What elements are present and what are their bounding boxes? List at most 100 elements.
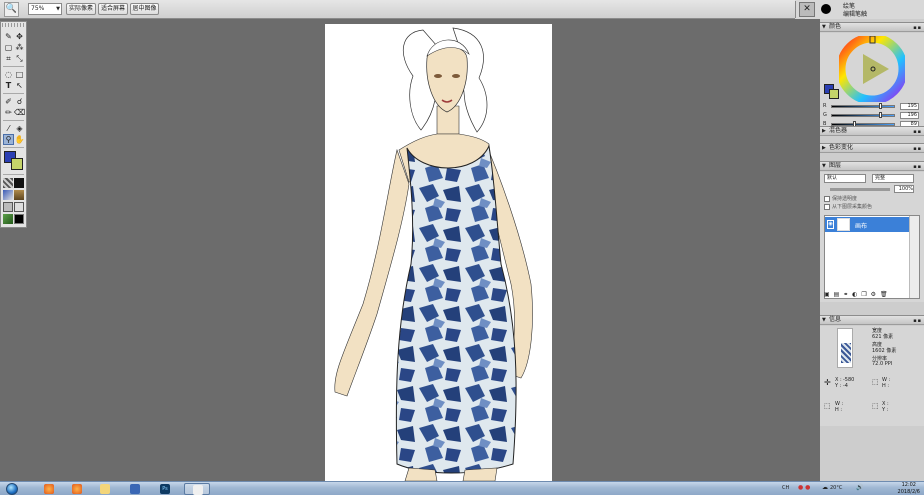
panels-dock: ▼ 颜色 ▪▪ R 195 G 196 B 89 ▶ 混色器 ▪▪ ▶ 色彩变化… bbox=[820, 19, 924, 481]
brush-reset-icon[interactable]: ✕ bbox=[799, 2, 815, 17]
tray-icons[interactable]: ● ● bbox=[798, 484, 810, 491]
expand-triangle-icon[interactable]: ▶ bbox=[822, 127, 826, 135]
layers-panel-header[interactable]: ▼ 图层 ▪▪ bbox=[820, 161, 924, 171]
settings-icon[interactable]: ⚙ bbox=[871, 291, 877, 298]
selection-y-label: Y : bbox=[882, 407, 889, 413]
texture-preset-8[interactable] bbox=[14, 214, 24, 224]
brush-size-preview[interactable] bbox=[821, 4, 831, 14]
texture-preset-1[interactable] bbox=[3, 178, 13, 188]
color-panel-header[interactable]: ▼ 颜色 ▪▪ bbox=[820, 22, 924, 32]
transform-icon[interactable]: ⤡ bbox=[14, 53, 25, 64]
background-color-swatch[interactable] bbox=[11, 158, 23, 170]
lock-mode-select[interactable]: 完整 bbox=[872, 174, 914, 183]
g-slider[interactable] bbox=[831, 114, 895, 117]
lasso-icon[interactable]: ◌ bbox=[3, 69, 14, 80]
airbrush-icon[interactable]: ✐ bbox=[3, 96, 14, 107]
brush-options: ✕ 绘笔 编辑笔触 bbox=[795, 0, 924, 19]
blend-mode-select[interactable]: 默认 bbox=[824, 174, 866, 183]
start-button[interactable] bbox=[6, 483, 18, 495]
panel-menu-icon[interactable]: ▪▪ bbox=[913, 317, 922, 325]
mask-icon[interactable]: ◐ bbox=[852, 291, 858, 298]
clock-date[interactable]: 2018/2/6 bbox=[898, 489, 920, 495]
panel-menu-icon[interactable]: ▪▪ bbox=[913, 24, 922, 32]
layers-scrollbar[interactable] bbox=[909, 216, 919, 298]
mixer-panel-header[interactable]: ▶ 混色器 ▪▪ bbox=[820, 126, 924, 136]
taskbar-firefox-2[interactable] bbox=[64, 483, 90, 495]
crop-icon[interactable]: ⌗ bbox=[3, 53, 14, 64]
link-icon[interactable]: ⚭ bbox=[843, 291, 849, 298]
delete-layer-icon[interactable]: 🗑 bbox=[880, 291, 889, 298]
new-layer-icon[interactable]: ▣ bbox=[824, 291, 831, 298]
taskbar-photoshop[interactable]: Ps bbox=[152, 483, 178, 495]
zoom-icon[interactable]: ⚲ bbox=[3, 134, 14, 145]
texture-preset-5[interactable] bbox=[3, 202, 13, 212]
center-image-button[interactable]: 居中图像 bbox=[130, 3, 159, 15]
expand-triangle-icon[interactable]: ▶ bbox=[822, 144, 826, 152]
eraser-icon[interactable]: ⌫ bbox=[14, 107, 25, 118]
pick-underlying-color-checkbox[interactable] bbox=[824, 204, 830, 210]
pick-underlying-color-label: 从下图层采集颜色 bbox=[832, 204, 873, 210]
opacity-slider[interactable] bbox=[830, 188, 890, 191]
zoom-level-select[interactable]: 75% ▼ bbox=[28, 3, 62, 15]
taskbar-active-app[interactable] bbox=[184, 483, 210, 495]
g-slider-handle[interactable] bbox=[879, 112, 882, 118]
actual-pixels-button[interactable]: 实际像素 bbox=[66, 3, 96, 15]
firefox-icon bbox=[44, 484, 54, 494]
layer-row[interactable]: ◉ 画布 bbox=[825, 217, 909, 232]
size-icon: ⬚ bbox=[872, 378, 879, 386]
background-color-swatch[interactable] bbox=[829, 89, 839, 99]
color-wheel[interactable] bbox=[839, 36, 905, 102]
duplicate-icon[interactable]: ❐ bbox=[861, 291, 867, 298]
clock-time[interactable]: 12:02 bbox=[902, 482, 916, 488]
eyedropper-icon[interactable]: ⁄ bbox=[3, 123, 14, 134]
texture-preset-3[interactable] bbox=[3, 190, 13, 200]
panel-menu-icon[interactable]: ▪▪ bbox=[913, 145, 922, 153]
text-icon[interactable]: T bbox=[3, 80, 14, 91]
brush-icon[interactable]: ✎ bbox=[3, 31, 14, 42]
hand-icon[interactable]: ✋ bbox=[14, 134, 25, 145]
document-canvas[interactable] bbox=[325, 24, 552, 481]
select-arrow-icon[interactable]: ↖ bbox=[14, 80, 25, 91]
r-slider[interactable] bbox=[831, 105, 895, 108]
r-value-input[interactable]: 195 bbox=[900, 103, 919, 110]
texture-preset-6[interactable] bbox=[14, 202, 24, 212]
opacity-input[interactable]: 100% bbox=[894, 185, 914, 193]
toolbox-grip[interactable] bbox=[2, 23, 25, 27]
collapse-triangle-icon[interactable]: ▼ bbox=[822, 316, 826, 324]
collapse-triangle-icon[interactable]: ▼ bbox=[822, 23, 826, 31]
smudge-icon[interactable]: ☌ bbox=[14, 96, 25, 107]
zoom-tool-icon[interactable]: 🔍 bbox=[4, 2, 19, 17]
move-icon[interactable]: ✥ bbox=[14, 31, 25, 42]
eye-icon[interactable]: ◉ bbox=[827, 220, 834, 229]
taskbar-explorer[interactable] bbox=[92, 483, 118, 495]
crosshair-icon: ✛ bbox=[824, 378, 831, 387]
divider bbox=[3, 120, 24, 121]
collapse-triangle-icon[interactable]: ▼ bbox=[822, 162, 826, 170]
taskbar-painter[interactable] bbox=[122, 483, 148, 495]
texture-preset-4[interactable] bbox=[14, 190, 24, 200]
group-layer-icon[interactable]: ▤ bbox=[834, 291, 841, 298]
fit-screen-button[interactable]: 适合屏幕 bbox=[98, 3, 128, 15]
g-value-input[interactable]: 196 bbox=[900, 112, 919, 119]
pencil-icon[interactable]: ✏ bbox=[3, 107, 14, 118]
info-panel-header[interactable]: ▼ 信息 ▪▪ bbox=[820, 315, 924, 325]
taskbar-firefox[interactable] bbox=[36, 483, 62, 495]
edit-stroke-label[interactable]: 编辑笔触 bbox=[843, 9, 867, 18]
magic-wand-icon[interactable]: ⁂ bbox=[14, 42, 25, 53]
color-change-panel-header[interactable]: ▶ 色彩变化 ▪▪ bbox=[820, 143, 924, 153]
bucket-icon[interactable]: ◈ bbox=[14, 123, 25, 134]
lock-mode-value: 完整 bbox=[875, 175, 886, 181]
rectangle-icon[interactable]: □ bbox=[14, 69, 25, 80]
panel-menu-icon[interactable]: ▪▪ bbox=[913, 163, 922, 171]
volume-icon[interactable]: 🔊 bbox=[856, 484, 863, 491]
temperature: 20°C bbox=[830, 485, 843, 491]
folder-icon bbox=[100, 484, 110, 494]
texture-preset-2[interactable] bbox=[14, 178, 24, 188]
preserve-transparency-checkbox[interactable] bbox=[824, 196, 830, 202]
r-slider-handle[interactable] bbox=[879, 103, 882, 109]
marquee-icon[interactable]: ▢ bbox=[3, 42, 14, 53]
texture-preset-7[interactable] bbox=[3, 214, 13, 224]
panel-menu-icon[interactable]: ▪▪ bbox=[913, 128, 922, 136]
input-language[interactable]: CH bbox=[782, 485, 789, 491]
weather-icon[interactable]: ☁ bbox=[822, 484, 828, 491]
